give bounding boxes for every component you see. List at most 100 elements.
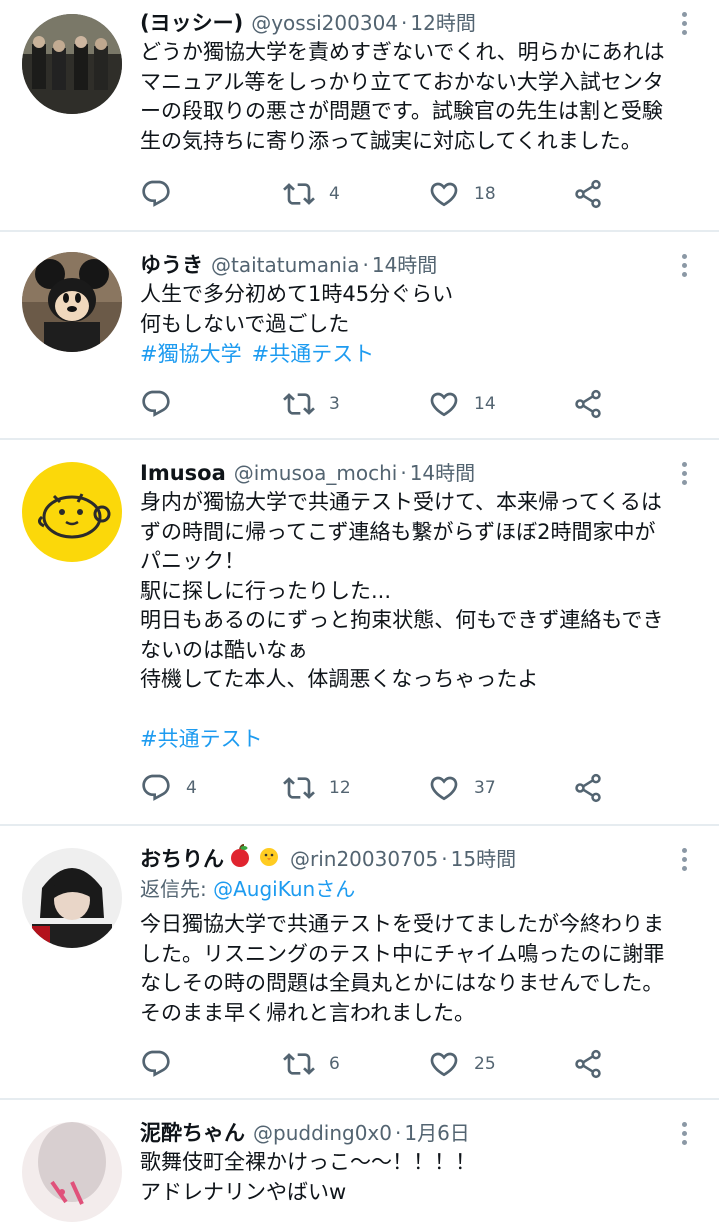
display-name[interactable]: おちりん	[140, 847, 224, 871]
like-icon	[428, 178, 460, 210]
hashtags: #獨協大学 #共通テスト	[140, 339, 384, 369]
reply-button[interactable]	[140, 386, 186, 422]
more-icon[interactable]	[677, 1122, 691, 1150]
retweet-count: 4	[329, 184, 340, 204]
like-button[interactable]: 14	[428, 386, 496, 422]
display-name[interactable]: Imusoa	[140, 461, 226, 485]
hashtag-link[interactable]: #共通テスト	[252, 342, 375, 366]
retweet-count: 6	[329, 1054, 340, 1074]
separator-dot: ·	[394, 1121, 402, 1145]
like-icon	[428, 772, 460, 804]
reply-icon	[140, 1048, 172, 1080]
user-handle[interactable]: @yossi200304	[251, 11, 398, 35]
retweet-button[interactable]: 6	[283, 1046, 340, 1082]
share-button[interactable]	[572, 770, 604, 806]
reply-prefix: 返信先:	[140, 877, 214, 901]
tweet-header: Imusoa @imusoa_mochi · 14時間	[140, 456, 475, 490]
avatar[interactable]	[22, 1122, 122, 1222]
reply-button[interactable]: 4	[140, 770, 197, 806]
more-icon[interactable]	[677, 462, 691, 490]
tweet-card[interactable]: ゆうき @taitatumania · 14時間 人生で多分初めて1時45分ぐらい 何…	[0, 248, 719, 436]
separator-dot: ·	[441, 847, 448, 871]
chick-emoji	[256, 844, 282, 878]
tweet-text: 今日獨協大学で共通テストを受けてましたが今終わりま した。リスニングのテスト中に…	[140, 912, 665, 1025]
like-count: 14	[474, 394, 496, 414]
user-handle[interactable]: @taitatumania	[211, 253, 360, 277]
divider	[0, 824, 719, 826]
tweet-card[interactable]: 泥酔ちゃん @pudding0x0 · 1月6日 歌舞伎町全裸かけっこ〜〜！！！！ ア…	[0, 1116, 719, 1222]
tweet-header: 泥酔ちゃん @pudding0x0 · 1月6日	[140, 1116, 470, 1150]
tweet-text: 人生で多分初めて1時45分ぐらい 何もしないで過ごした	[140, 282, 454, 336]
hashtag-link[interactable]: #獨協大学	[140, 342, 242, 366]
tweet-text: 身内が獨協大学で共通テスト受けて、本来帰ってくるは ずの時間に帰ってこず連絡も繋…	[140, 490, 664, 691]
hashtag-link[interactable]: #共通テスト	[140, 727, 263, 751]
timestamp[interactable]: 14時間	[410, 461, 475, 485]
divider	[0, 230, 719, 232]
action-bar: 6 25	[140, 1046, 629, 1082]
separator-dot: ·	[400, 461, 407, 485]
tweet-card[interactable]: (ヨッシー) @yossi200304 · 12時間 どうか獨協大学を責めすぎないでく…	[0, 6, 719, 230]
retweet-count: 3	[329, 394, 340, 414]
reply-icon	[140, 772, 172, 804]
share-icon	[572, 772, 604, 804]
avatar[interactable]	[22, 462, 122, 562]
like-count: 37	[474, 778, 496, 798]
divider	[0, 438, 719, 440]
retweet-button[interactable]: 4	[283, 176, 340, 212]
tweet-header: (ヨッシー) @yossi200304 · 12時間	[140, 6, 476, 40]
avatar[interactable]	[22, 848, 122, 948]
retweet-count: 12	[329, 778, 351, 798]
timestamp[interactable]: 12時間	[410, 11, 475, 35]
retweet-icon	[283, 1048, 315, 1080]
share-button[interactable]	[572, 1046, 604, 1082]
display-name[interactable]: (ヨッシー)	[140, 11, 243, 35]
reply-button[interactable]	[140, 176, 186, 212]
separator-dot: ·	[401, 11, 408, 35]
timestamp[interactable]: 15時間	[451, 847, 516, 871]
retweet-button[interactable]: 3	[283, 386, 340, 422]
action-bar: 3 14	[140, 386, 629, 422]
like-button[interactable]: 18	[428, 176, 496, 212]
separator-dot: ·	[362, 253, 369, 277]
more-icon[interactable]	[677, 848, 691, 876]
share-icon	[572, 388, 604, 420]
retweet-icon	[283, 772, 315, 804]
action-bar: 4 12 37	[140, 770, 629, 806]
share-icon	[572, 1048, 604, 1080]
tweet-header: おちりん @rin20030705 · 15時間	[140, 842, 516, 876]
retweet-icon	[283, 178, 315, 210]
user-handle[interactable]: @imusoa_mochi	[234, 461, 398, 485]
tweet-text: どうか獨協大学を責めすぎないでくれ、明らかにあれは マニュアル等をしっかり立てて…	[140, 40, 665, 153]
timestamp[interactable]: 14時間	[372, 253, 437, 277]
avatar[interactable]	[22, 14, 122, 114]
timestamp[interactable]: 1月6日	[404, 1121, 469, 1145]
reply-to-link[interactable]: @AugiKunさん	[213, 877, 355, 901]
tweet-header: ゆうき @taitatumania · 14時間	[140, 248, 437, 282]
tweet-card[interactable]: おちりん @rin20030705 · 15時間 返信先: @AugiKunさん 今日…	[0, 842, 719, 1088]
tweet-card[interactable]: Imusoa @imusoa_mochi · 14時間 身内が獨協大学で共通テスト受け…	[0, 456, 719, 816]
like-count: 18	[474, 184, 496, 204]
share-button[interactable]	[572, 176, 604, 212]
reply-icon	[140, 178, 172, 210]
reply-button[interactable]	[140, 1046, 186, 1082]
like-button[interactable]: 37	[428, 770, 496, 806]
more-icon[interactable]	[677, 254, 691, 282]
action-bar: 4 18	[140, 176, 629, 212]
share-icon	[572, 178, 604, 210]
more-icon[interactable]	[677, 12, 691, 40]
apple-emoji	[227, 843, 253, 878]
retweet-icon	[283, 388, 315, 420]
display-name[interactable]: 泥酔ちゃん	[140, 1121, 245, 1145]
like-icon	[428, 388, 460, 420]
reply-icon	[140, 388, 172, 420]
like-count: 25	[474, 1054, 496, 1074]
reply-context: 返信先: @AugiKunさん	[140, 874, 355, 904]
display-name[interactable]: ゆうき	[140, 253, 203, 277]
avatar[interactable]	[22, 252, 122, 352]
user-handle[interactable]: @pudding0x0	[253, 1121, 392, 1145]
tweet-text: 歌舞伎町全裸かけっこ〜〜！！！！ アドレナリンやばいw	[140, 1150, 476, 1204]
user-handle[interactable]: @rin20030705	[290, 847, 438, 871]
like-button[interactable]: 25	[428, 1046, 496, 1082]
retweet-button[interactable]: 12	[283, 770, 351, 806]
share-button[interactable]	[572, 386, 604, 422]
